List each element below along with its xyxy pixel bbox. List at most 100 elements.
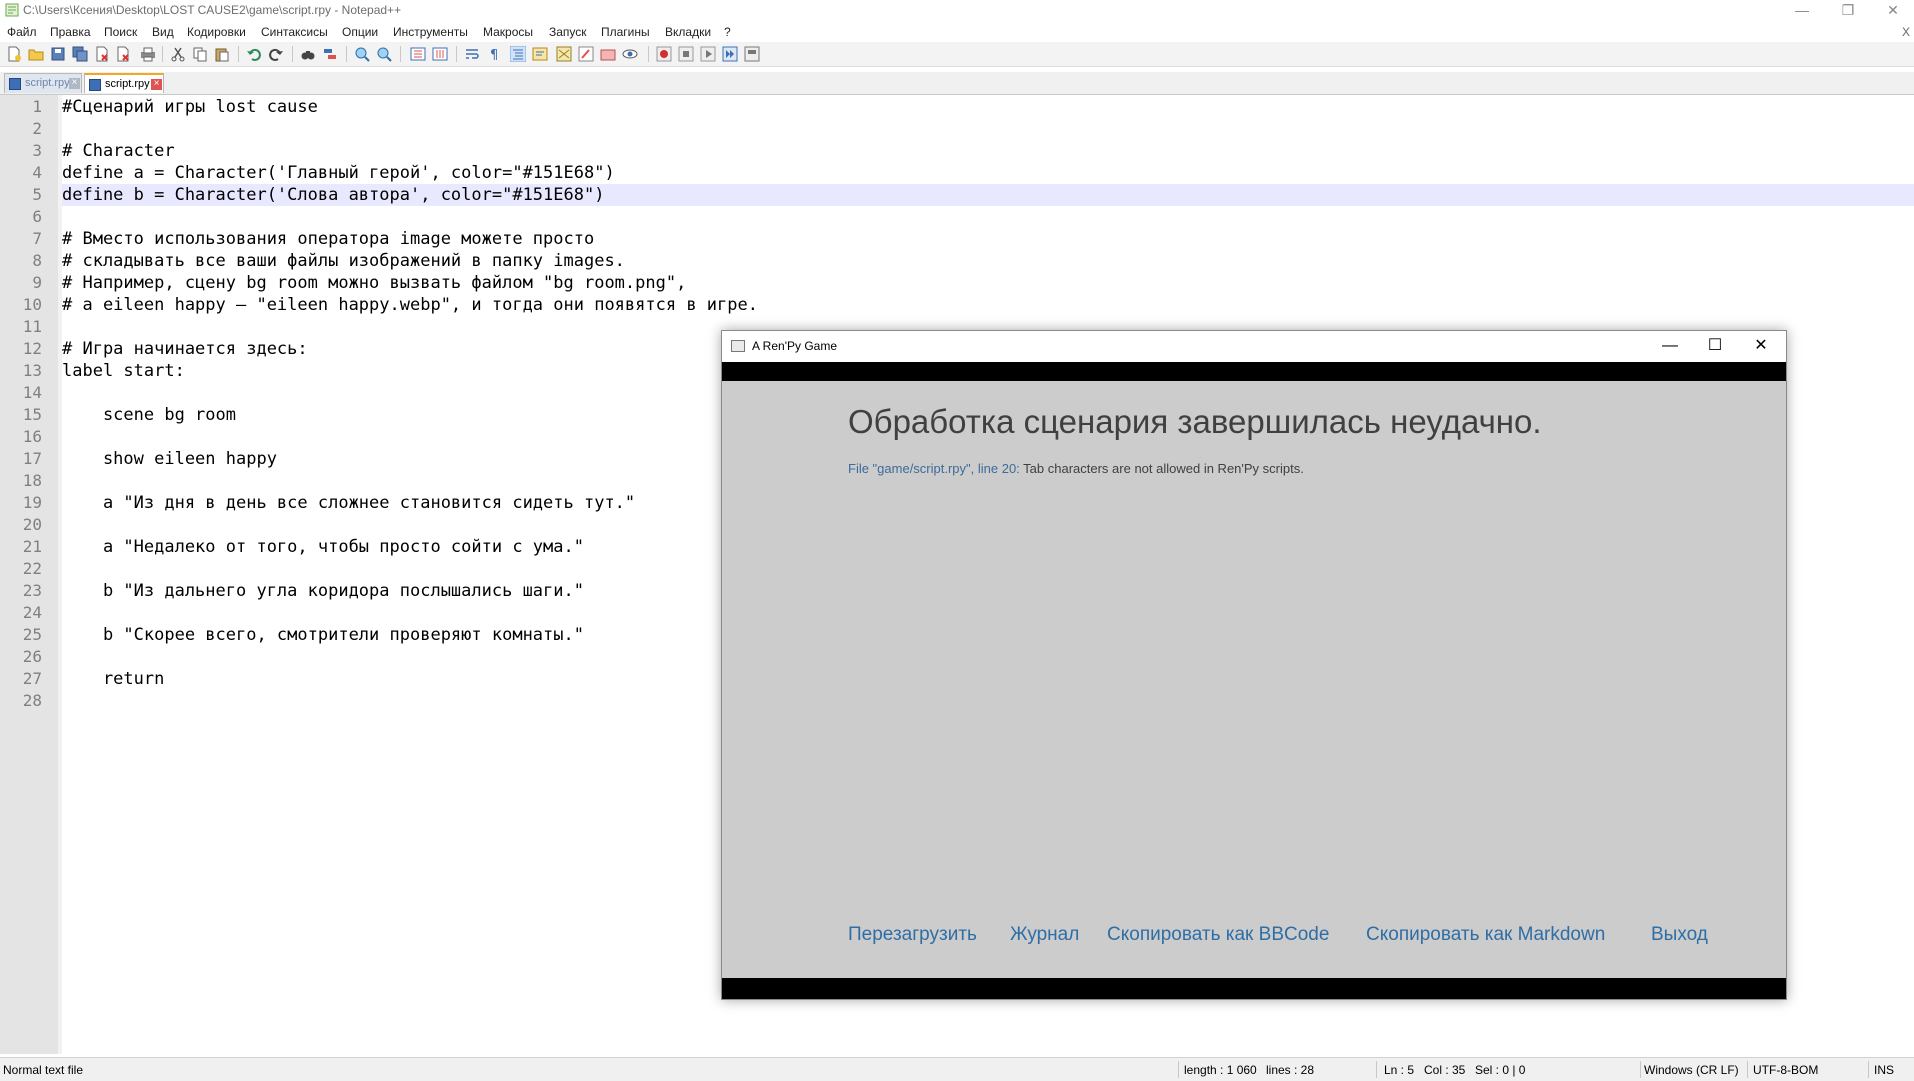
save-all-icon[interactable]	[72, 46, 88, 62]
redo-icon[interactable]	[268, 46, 284, 62]
menu-encoding[interactable]: Кодировки	[187, 25, 246, 39]
line-number: 28	[22, 691, 42, 710]
record-macro-icon[interactable]	[656, 46, 672, 62]
error-heading: Обработка сценария завершилась неудачно.	[848, 403, 1542, 440]
line-number: 3	[32, 141, 42, 160]
line-number: 26	[22, 647, 42, 666]
log-button[interactable]: Журнал	[1010, 924, 1079, 946]
tab-label: script.rpy	[105, 78, 150, 90]
menu-view[interactable]: Вид	[152, 25, 174, 39]
window-title: C:\Users\Ксения\Desktop\LOST CAUSE2\game…	[23, 3, 402, 17]
show-all-chars-icon[interactable]: ¶	[486, 46, 502, 62]
paste-icon[interactable]	[214, 46, 230, 62]
new-file-icon[interactable]	[6, 46, 22, 62]
user-language-icon[interactable]	[532, 46, 548, 62]
menu-macro[interactable]: Макросы	[483, 25, 533, 39]
menu-tools[interactable]: Инструменты	[393, 25, 468, 39]
copy-icon[interactable]	[192, 46, 208, 62]
function-list-icon[interactable]	[578, 46, 594, 62]
svg-text:¶: ¶	[490, 48, 498, 62]
menu-help[interactable]: ?	[724, 25, 731, 39]
status-lines: lines : 28	[1266, 1063, 1315, 1077]
line-number: 23	[22, 581, 42, 600]
status-encoding[interactable]: UTF-8-BOM	[1753, 1063, 1818, 1077]
close-file-icon[interactable]	[94, 46, 110, 62]
line-number: 18	[22, 471, 42, 490]
run-macro-multiple-icon[interactable]	[722, 46, 738, 62]
indent-guide-icon[interactable]	[510, 46, 526, 62]
copy-bbcode-button[interactable]: Скопировать как BBCode	[1107, 924, 1329, 946]
reload-button[interactable]: Перезагрузить	[848, 924, 977, 946]
menu-run[interactable]: Запуск	[549, 25, 587, 39]
zoom-out-icon[interactable]	[376, 46, 392, 62]
sync-horizontal-icon[interactable]	[432, 46, 448, 62]
menu-edit[interactable]: Правка	[50, 25, 91, 39]
tab-close-icon[interactable]: ×	[151, 79, 162, 90]
error-file-link[interactable]: File "game/script.rpy", line 20:	[848, 461, 1020, 476]
tab-script-rpy-1[interactable]: script.rpy ×	[4, 73, 82, 93]
sync-vertical-icon[interactable]	[410, 46, 426, 62]
restore-button[interactable]: ❐	[1825, 0, 1871, 22]
error-details: File "game/script.rpy", line 20: Tab cha…	[848, 461, 1304, 476]
line-number: 7	[32, 229, 42, 248]
tab-close-icon[interactable]: ×	[69, 78, 80, 89]
save-macro-icon[interactable]	[744, 46, 760, 62]
copy-markdown-button[interactable]: Скопировать как Markdown	[1366, 924, 1605, 946]
status-insert-mode: INS	[1874, 1063, 1895, 1077]
zoom-in-icon[interactable]	[354, 46, 370, 62]
find-icon[interactable]	[300, 46, 316, 62]
status-col: Col : 35	[1424, 1063, 1466, 1077]
menu-settings[interactable]: Опции	[342, 25, 378, 39]
folder-workspace-icon[interactable]	[600, 46, 616, 62]
line-number: 1	[32, 97, 42, 116]
menu-window[interactable]: Вкладки	[665, 25, 711, 39]
open-file-icon[interactable]	[28, 46, 44, 62]
monitoring-icon[interactable]	[622, 46, 638, 62]
status-eol[interactable]: Windows (CR LF)	[1644, 1063, 1739, 1077]
toolbar: ¶	[0, 42, 1914, 67]
code-line: # складывать все ваши файлы изображений …	[62, 251, 625, 271]
replace-icon[interactable]	[322, 46, 338, 62]
line-number: 24	[22, 603, 42, 622]
window-app-icon	[731, 340, 745, 352]
line-number: 14	[22, 383, 42, 402]
code-line: define b = Character('Слова автора', col…	[62, 184, 1914, 206]
close-document-icon[interactable]: X	[1902, 25, 1910, 39]
tab-label: script.rpy	[25, 77, 70, 89]
renpy-minimize-button[interactable]: —	[1647, 335, 1693, 357]
close-all-icon[interactable]	[116, 46, 132, 62]
line-number: 6	[32, 207, 42, 226]
play-macro-icon[interactable]	[700, 46, 716, 62]
close-window-button[interactable]: ✕	[1870, 0, 1914, 22]
line-number: 21	[22, 537, 42, 556]
tab-script-rpy-2[interactable]: script.rpy ×	[84, 73, 164, 93]
document-map-icon[interactable]	[556, 46, 572, 62]
undo-icon[interactable]	[246, 46, 262, 62]
line-number: 25	[22, 625, 42, 644]
notepadpp-app-icon	[5, 3, 19, 17]
minimize-button[interactable]: —	[1779, 0, 1825, 22]
line-number: 2	[32, 119, 42, 138]
print-icon[interactable]	[140, 46, 156, 62]
menu-file[interactable]: Файл	[7, 25, 37, 39]
code-line: define a = Character('Главный герой', co…	[62, 163, 615, 183]
line-number: 11	[22, 317, 42, 336]
save-icon[interactable]	[50, 46, 66, 62]
cut-icon[interactable]	[170, 46, 186, 62]
menu-search[interactable]: Поиск	[104, 25, 137, 39]
letterbox-bottom	[722, 978, 1786, 999]
code-line: #Сценарий игры lost cause	[62, 97, 318, 117]
line-number: 4	[32, 163, 42, 182]
word-wrap-icon[interactable]	[464, 46, 480, 62]
stop-macro-icon[interactable]	[678, 46, 694, 62]
renpy-maximize-button[interactable]: ☐	[1692, 335, 1738, 357]
line-number: 9	[32, 273, 42, 292]
menu-plugins[interactable]: Плагины	[601, 25, 650, 39]
notepad-titlebar: C:\Users\Ксения\Desktop\LOST CAUSE2\game…	[0, 0, 1914, 22]
quit-button[interactable]: Выход	[1651, 924, 1708, 946]
file-icon	[89, 79, 101, 91]
menu-language[interactable]: Синтаксисы	[261, 25, 328, 39]
renpy-close-button[interactable]: ✕	[1738, 335, 1784, 357]
